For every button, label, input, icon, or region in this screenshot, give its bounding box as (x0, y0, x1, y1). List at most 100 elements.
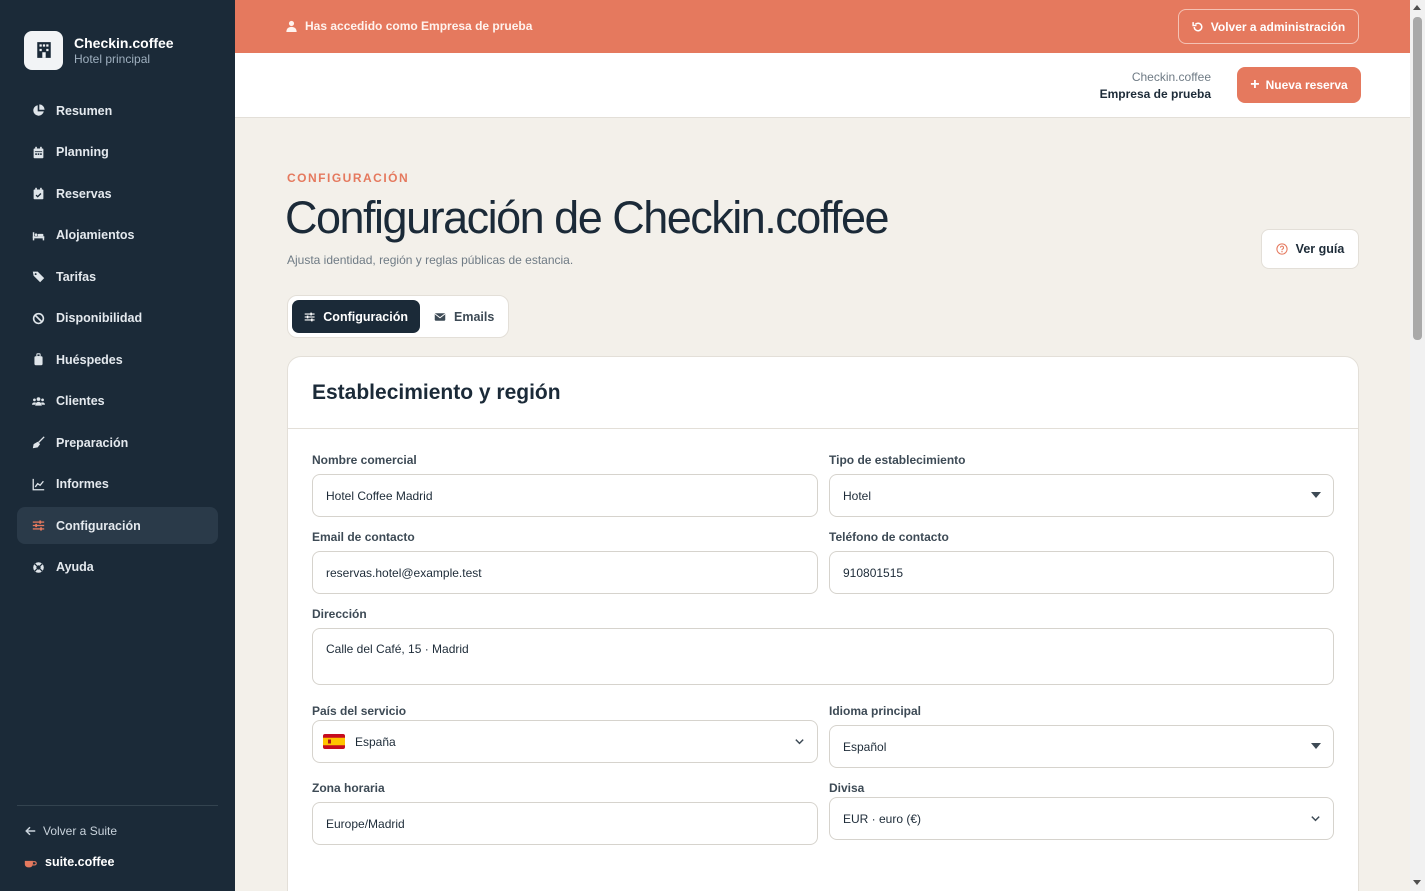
sidebar-item-configuracion[interactable]: Configuración (17, 507, 218, 544)
new-reservation-button[interactable]: + Nueva reserva (1237, 67, 1361, 103)
sidebar-item-label: Preparación (56, 435, 129, 450)
sliders-icon (304, 312, 315, 321)
divisa-value: EUR · euro (€) (843, 811, 922, 826)
zona-horaria-label: Zona horaria (312, 781, 385, 795)
hotel-icon (24, 30, 63, 70)
page-scrollbar[interactable] (1410, 0, 1425, 891)
scroll-up-icon[interactable] (1413, 5, 1421, 10)
nombre-comercial-label: Nombre comercial (312, 453, 417, 467)
sidebar-item-label: Ayuda (56, 560, 94, 574)
back-to-suite-link[interactable]: Volver a Suite (24, 824, 117, 838)
telefono-contacto-input[interactable]: 910801515 (829, 551, 1334, 594)
suite-brand-label: suite.coffee (45, 855, 115, 869)
sidebar-item-label: Clientes (56, 394, 105, 408)
sidebar-item-label: Disponibilidad (56, 311, 143, 325)
zona-horaria-input[interactable]: Europe/Madrid (312, 802, 818, 845)
idioma-value: Español (843, 739, 887, 754)
sidebar-item-label: Alojamientos (56, 228, 135, 242)
page-eyebrow: CONFIGURACIÓN (287, 171, 410, 185)
settings-tabs: Configuración Emails (287, 295, 509, 338)
line-chart-icon (31, 477, 45, 491)
nombre-comercial-value: Hotel Coffee Madrid (326, 488, 433, 503)
calendar-icon (31, 145, 45, 159)
sidebar-item-reservas[interactable]: Reservas (17, 175, 218, 212)
scroll-thumb[interactable] (1413, 17, 1422, 340)
undo-icon (1192, 21, 1203, 31)
view-guide-button[interactable]: Ver guía (1261, 229, 1359, 269)
back-to-admin-button[interactable]: Volver a administración (1178, 9, 1359, 44)
caret-down-icon (1311, 743, 1321, 749)
sidebar-item-disponibilidad[interactable]: Disponibilidad (17, 300, 218, 337)
tags-icon (31, 270, 45, 284)
banner-message: Has accedido como Empresa de prueba (286, 19, 532, 33)
sidebar-item-label: Huéspedes (56, 352, 123, 367)
sidebar-item-resumen[interactable]: Resumen (17, 92, 218, 129)
sidebar: Checkin.coffee Hotel principal Resumen P… (0, 0, 235, 891)
brand-name: Checkin.coffee (74, 34, 174, 51)
caret-down-icon (1311, 492, 1321, 498)
suite-brand[interactable]: suite.coffee (24, 855, 114, 869)
email-contacto-input[interactable]: reservas.hotel@example.test (312, 551, 818, 594)
brand-subtitle: Hotel principal (74, 51, 151, 66)
banner-message-text: Has accedido como Empresa de prueba (305, 19, 533, 33)
sidebar-item-label: Configuración (56, 518, 141, 533)
company-name: Empresa de prueba (1099, 87, 1211, 101)
sidebar-item-alojamientos[interactable]: Alojamientos (17, 217, 218, 254)
direccion-label: Dirección (312, 607, 367, 621)
question-circle-icon (1276, 243, 1288, 255)
view-guide-label: Ver guía (1295, 242, 1345, 256)
card-title: Establecimiento y región (312, 381, 561, 404)
sidebar-item-clientes[interactable]: Clientes (17, 383, 218, 420)
tipo-establecimiento-label: Tipo de establecimiento (829, 453, 966, 467)
telefono-contacto-value: 910801515 (843, 565, 904, 580)
sidebar-item-label: Resumen (56, 103, 113, 118)
sidebar-item-label: Tarifas (56, 269, 97, 284)
envelope-icon (434, 312, 446, 321)
chevron-down-icon (795, 739, 804, 745)
idioma-select[interactable]: Español (829, 725, 1334, 768)
broom-icon (31, 436, 45, 450)
users-icon (31, 394, 45, 408)
sidebar-item-ayuda[interactable]: Ayuda (17, 549, 218, 586)
bed-icon (31, 228, 45, 242)
back-to-admin-label: Volver a administración (1210, 19, 1346, 34)
new-reservation-label: Nueva reserva (1265, 78, 1348, 92)
company-switcher[interactable]: Checkin.coffee Empresa de prueba (1100, 69, 1211, 103)
company-app-name: Checkin.coffee (1131, 70, 1211, 84)
zona-horaria-value: Europe/Madrid (326, 816, 405, 831)
tab-configuracion[interactable]: Configuración (292, 300, 420, 333)
sidebar-nav: Resumen Planning Reservas Alojamientos T… (0, 92, 235, 586)
tab-label: Configuración (323, 309, 408, 324)
divisa-label: Divisa (829, 781, 865, 795)
pais-select[interactable]: España (312, 720, 818, 763)
establishment-card: Establecimiento y región Nombre comercia… (287, 356, 1359, 891)
ban-icon (31, 311, 45, 325)
card-divider (288, 428, 1358, 429)
divisa-select[interactable]: EUR · euro (€) (829, 797, 1334, 840)
brand[interactable]: Checkin.coffee Hotel principal (0, 0, 235, 72)
spain-flag-icon (323, 734, 345, 749)
sidebar-item-preparacion[interactable]: Preparación (17, 424, 218, 461)
sidebar-item-informes[interactable]: Informes (17, 466, 218, 503)
direccion-value: Calle del Café, 15 · Madrid (326, 642, 469, 656)
topbar: Checkin.coffee Empresa de prueba + Nueva… (235, 53, 1410, 118)
tipo-establecimiento-select[interactable]: Hotel (829, 474, 1334, 517)
chevron-down-icon (1311, 816, 1320, 822)
direccion-textarea[interactable]: Calle del Café, 15 · Madrid (312, 628, 1334, 685)
user-secret-icon (286, 20, 297, 32)
arrow-left-icon (25, 826, 36, 836)
suitcase-icon (31, 353, 45, 367)
nombre-comercial-input[interactable]: Hotel Coffee Madrid (312, 474, 818, 517)
email-contacto-label: Email de contacto (312, 530, 415, 544)
impersonation-banner: Has accedido como Empresa de prueba Volv… (235, 0, 1410, 53)
sidebar-item-label: Planning (56, 145, 109, 159)
page-subtitle: Ajusta identidad, región y reglas públic… (287, 253, 574, 267)
back-to-suite-label: Volver a Suite (43, 824, 118, 838)
tab-emails[interactable]: Emails (422, 300, 506, 333)
scroll-down-icon[interactable] (1413, 880, 1421, 885)
sidebar-item-tarifas[interactable]: Tarifas (17, 258, 218, 295)
sidebar-item-huespedes[interactable]: Huéspedes (17, 341, 218, 378)
lifebuoy-icon (31, 560, 45, 574)
pie-chart-icon (31, 104, 45, 118)
sidebar-item-planning[interactable]: Planning (17, 134, 218, 171)
